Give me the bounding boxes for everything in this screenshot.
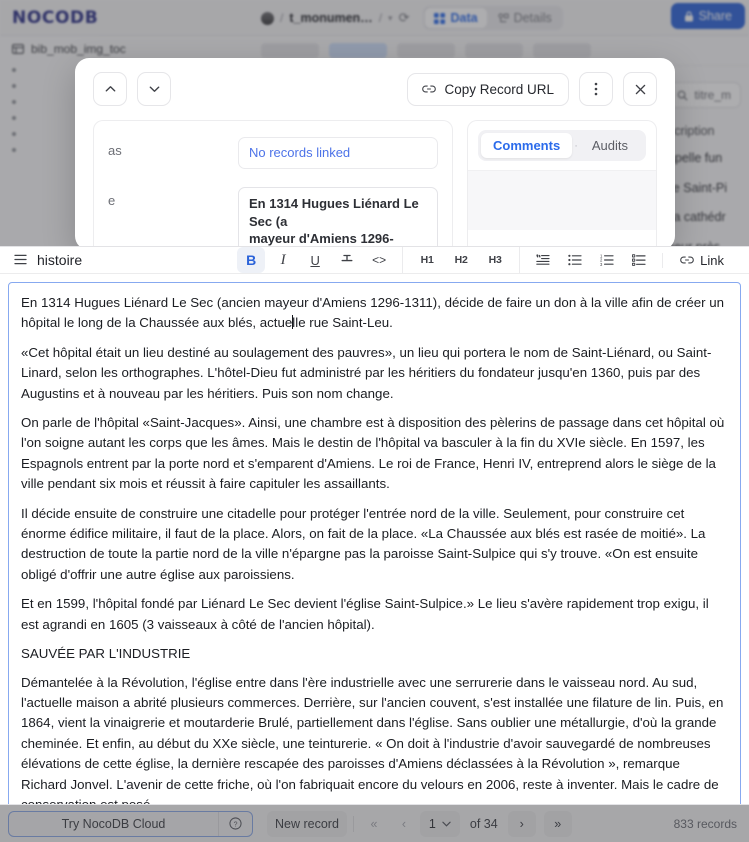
page-total-label: of 34 <box>469 816 498 831</box>
format-group-headings: H1 H2 H3 <box>402 247 519 273</box>
try-nocodb-cloud-button[interactable]: Try NocoDB Cloud ? <box>8 810 253 837</box>
record-field-links[interactable]: No records linked <box>238 137 438 169</box>
question-circle-icon-svg: ? <box>229 817 242 830</box>
editor-paragraph-heading[interactable]: SAUVÉE PAR L'INDUSTRIE <box>21 644 726 664</box>
hamburger-icon[interactable] <box>14 253 27 267</box>
link-icon <box>680 256 694 264</box>
new-record-button[interactable]: New record <box>267 810 347 837</box>
next-page-button[interactable]: › <box>507 810 536 837</box>
record-modal-header: Copy Record URL <box>75 58 675 120</box>
record-fields-panel: as No records linked e En 1314 Hugues Li… <box>93 120 453 250</box>
tab-comments[interactable]: Comments <box>481 133 573 158</box>
comments-list <box>468 170 656 230</box>
next-record-button[interactable] <box>137 72 171 106</box>
record-field-label: e <box>108 193 116 208</box>
record-pager: New record « ‹ 1 of 34 › » <box>267 810 572 837</box>
editor-title-group: histoire <box>14 252 82 268</box>
record-field-row: e En 1314 Hugues Liénard Le Sec (a mayeu… <box>94 183 452 250</box>
link-icon <box>422 85 437 93</box>
insert-link-button[interactable]: Link <box>670 253 728 268</box>
editor-paragraph-after-caret: lle rue Saint-Leu. <box>292 315 393 331</box>
rich-text-editor: histoire B I U <> H1 H2 H3 1 2 3 Link En… <box>0 246 749 836</box>
format-group-inline: B I U <> <box>228 247 402 273</box>
editor-canvas: En 1314 Hugues Liénard Le Sec (ancien ma… <box>0 274 749 836</box>
record-field-label: as <box>108 143 122 158</box>
task-list-button[interactable] <box>625 247 653 273</box>
bullet-list-icon <box>568 254 582 266</box>
chevron-down-icon <box>442 821 451 827</box>
strikethrough-button[interactable] <box>333 247 361 273</box>
format-group-link: Link <box>662 252 735 268</box>
tab-audits[interactable]: Audits <box>580 133 640 158</box>
italic-button[interactable]: I <box>269 247 297 273</box>
editor-paragraph[interactable]: En 1314 Hugues Liénard Le Sec (ancien ma… <box>21 293 726 334</box>
numbered-list-button[interactable]: 1 2 3 <box>593 247 621 273</box>
app-root: NOCODB « / t_monumen… / ▾ ⟳ <box>0 0 749 842</box>
svg-text:?: ? <box>234 821 238 828</box>
chevron-up-icon <box>105 86 115 92</box>
first-page-button[interactable]: « <box>360 811 388 837</box>
quote-icon <box>536 254 550 265</box>
heading-3-button[interactable]: H3 <box>480 247 510 273</box>
page-number-value: 1 <box>428 816 436 831</box>
pager-divider <box>352 815 354 832</box>
close-record-button[interactable] <box>623 72 657 106</box>
bullet-list-button[interactable] <box>561 247 589 273</box>
expanded-record-modal: Copy Record URL as No records linked e E… <box>75 58 675 250</box>
tab-separator: · <box>574 139 578 152</box>
record-count-label: 833 records <box>673 816 737 831</box>
record-side-panel: Comments · Audits <box>467 120 657 250</box>
copy-record-url-button[interactable]: Copy Record URL <box>407 72 569 106</box>
heading-1-button[interactable]: H1 <box>412 247 442 273</box>
question-circle-icon[interactable]: ? <box>218 811 252 836</box>
ellipsis-vertical-icon <box>594 82 598 96</box>
record-field-row: as No records linked <box>94 133 452 173</box>
editor-field-title: histoire <box>37 252 83 268</box>
bold-button[interactable]: B <box>237 247 266 273</box>
strike-icon <box>341 254 353 262</box>
bottom-bar: Try NocoDB Cloud ? New record « ‹ 1 of 3… <box>0 804 749 842</box>
comments-audits-tabs: Comments · Audits <box>468 121 656 170</box>
numbered-list-icon: 1 2 3 <box>600 254 614 266</box>
editor-textarea[interactable]: En 1314 Hugues Liénard Le Sec (ancien ma… <box>8 282 741 836</box>
svg-text:3: 3 <box>600 262 603 266</box>
editor-paragraph[interactable]: «Cet hôpital était un lieu destiné au so… <box>21 343 726 404</box>
previous-record-button[interactable] <box>93 72 127 106</box>
editor-paragraph[interactable]: Et en 1599, l'hôpital fondé par Liénard … <box>21 594 726 635</box>
insert-link-label: Link <box>700 252 724 268</box>
underline-button[interactable]: U <box>301 247 329 273</box>
record-modal-body: as No records linked e En 1314 Hugues Li… <box>75 120 675 250</box>
blockquote-button[interactable] <box>529 247 557 273</box>
task-list-icon <box>632 254 646 266</box>
record-field-longtext-line1: En 1314 Hugues Liénard Le Sec (a <box>249 196 419 229</box>
editor-paragraph[interactable]: Il décide ensuite de construire une cita… <box>21 504 726 586</box>
heading-2-button[interactable]: H2 <box>446 247 476 273</box>
record-field-longtext[interactable]: En 1314 Hugues Liénard Le Sec (a mayeur … <box>238 187 438 250</box>
close-icon <box>635 84 645 94</box>
chevron-down-icon <box>149 86 159 92</box>
editor-toolbar: histoire B I U <> H1 H2 H3 1 2 3 Link <box>0 247 749 274</box>
editor-paragraph[interactable]: On parle de l'hôpital «Saint-Jacques». A… <box>21 413 726 495</box>
editor-paragraph[interactable]: Démantelée à la Révolution, l'église ent… <box>21 673 726 816</box>
editor-format-tools: B I U <> H1 H2 H3 1 2 3 Link <box>228 247 735 273</box>
try-nocodb-cloud-label: Try NocoDB Cloud <box>61 816 166 831</box>
previous-page-button[interactable]: ‹ <box>390 811 418 837</box>
format-group-lists: 1 2 3 <box>519 247 662 273</box>
last-page-button[interactable]: » <box>543 810 572 837</box>
hamburger-icon-svg <box>14 254 27 265</box>
copy-record-url-label: Copy Record URL <box>444 81 554 97</box>
code-button[interactable]: <> <box>365 247 393 273</box>
page-number-select[interactable]: 1 <box>419 810 460 837</box>
record-more-options-button[interactable] <box>579 72 613 106</box>
